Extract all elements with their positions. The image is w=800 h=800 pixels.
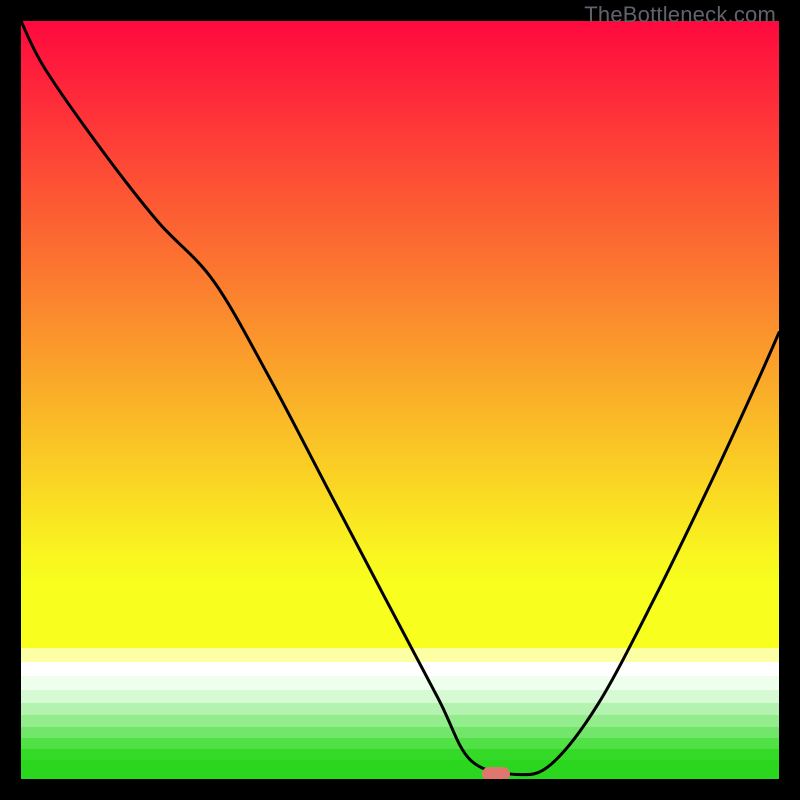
bottleneck-curve: [21, 21, 779, 779]
optimal-marker: [482, 767, 510, 779]
watermark-label: TheBottleneck.com: [584, 2, 776, 28]
chart-frame: TheBottleneck.com: [0, 0, 800, 800]
plot-area: [21, 21, 779, 779]
curve-path: [21, 21, 779, 775]
